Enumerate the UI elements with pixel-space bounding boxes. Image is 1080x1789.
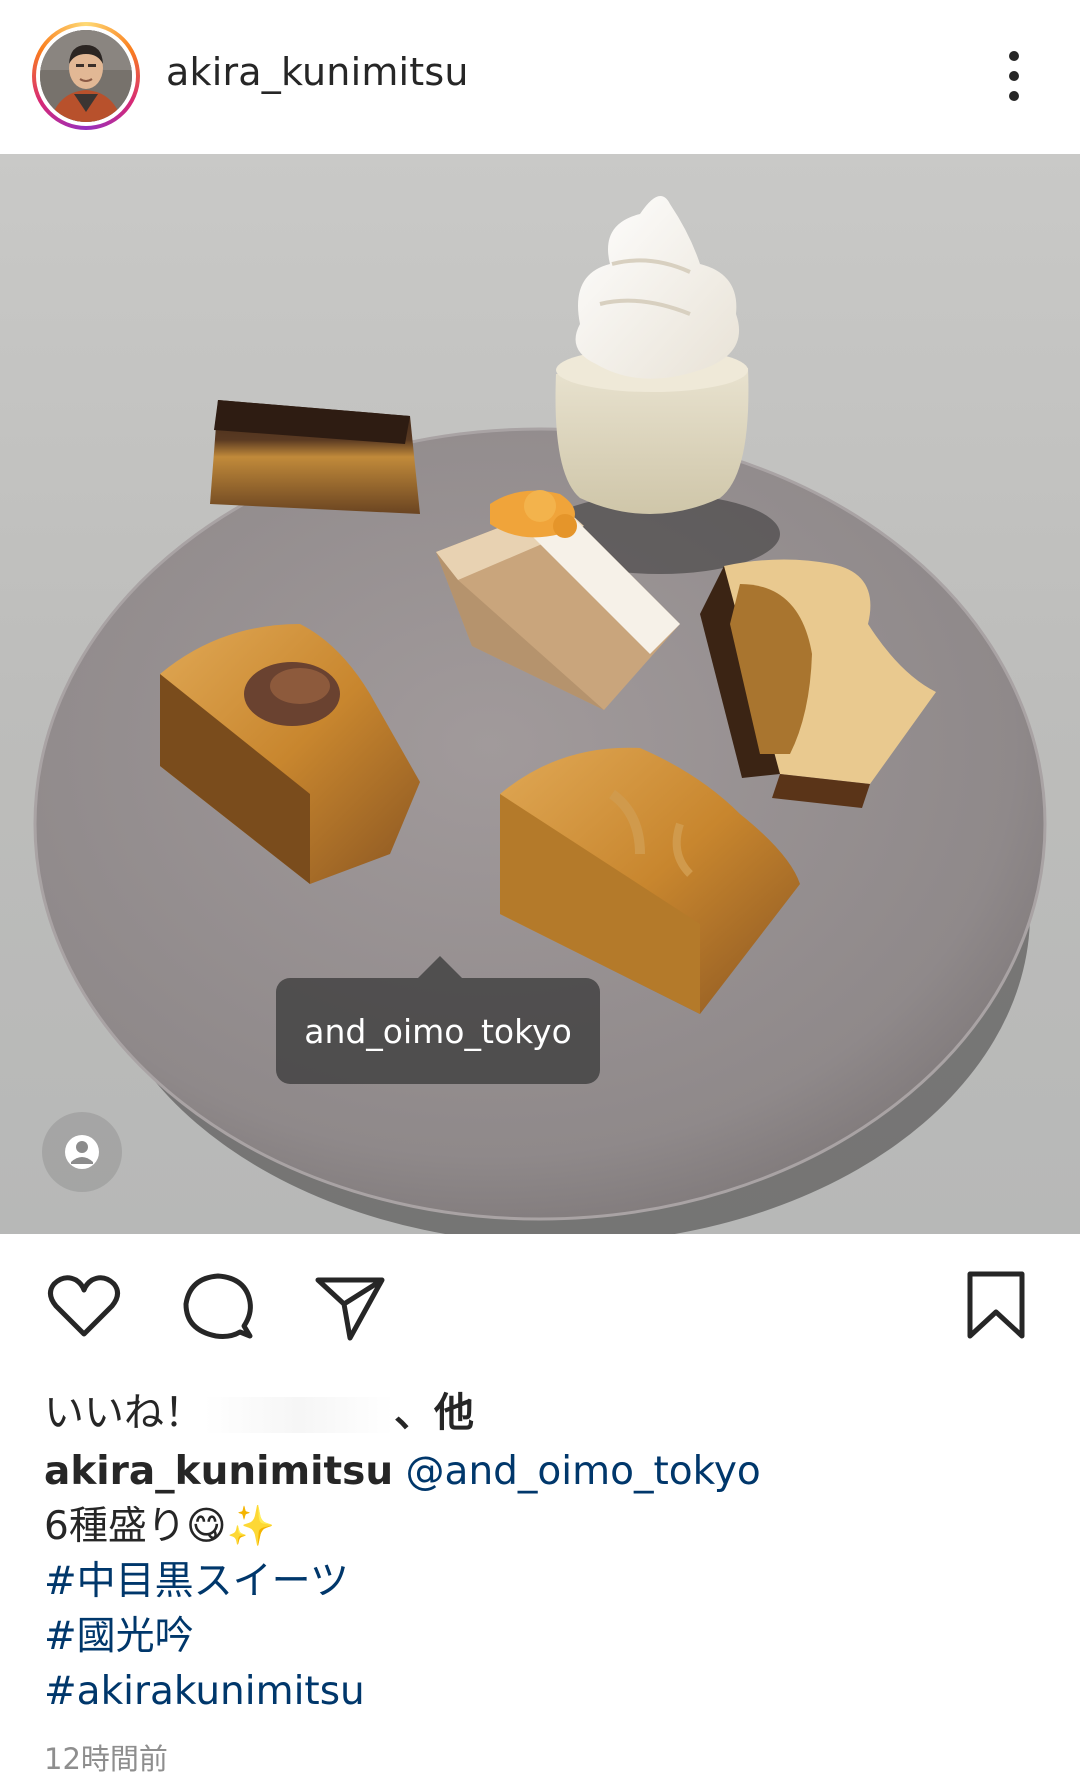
hashtag-nakameguro[interactable]: #中目黒スイーツ [44, 1554, 1044, 1609]
post-caption: akira_kunimitsu @and_oimo_tokyo 6種盛り😋✨ #… [44, 1444, 1044, 1719]
user-tag-icon [65, 1135, 99, 1169]
likes-prefix: いいね！ [44, 1390, 204, 1436]
user-tag-button[interactable] [42, 1112, 122, 1192]
more-options-button[interactable] [990, 44, 1038, 108]
post-username[interactable]: akira_kunimitsu [166, 50, 469, 94]
story-ring[interactable] [32, 22, 140, 130]
comment-icon [183, 1273, 253, 1339]
post-timestamp: 12時間前 [44, 1742, 168, 1776]
avatar[interactable] [40, 30, 132, 122]
tag-pointer [418, 956, 462, 978]
likes-redacted-name [204, 1397, 394, 1433]
save-button[interactable] [956, 1266, 1036, 1346]
likes-suffix: 、他 [394, 1390, 474, 1436]
caption-mention[interactable]: @and_oimo_tokyo [406, 1449, 761, 1494]
likes-summary[interactable]: いいね！ 、他 [44, 1380, 474, 1438]
like-button[interactable] [44, 1266, 124, 1346]
hashtag-kunimitsu-gin[interactable]: #國光吟 [44, 1609, 1044, 1664]
post-header: akira_kunimitsu [0, 0, 1080, 154]
avatar-border [36, 26, 136, 126]
product-tag-label: and_oimo_tokyo [304, 1011, 572, 1051]
dessert-dark-cake [210, 400, 420, 514]
caption-author[interactable]: akira_kunimitsu [44, 1449, 393, 1494]
hashtag-akirakunimitsu[interactable]: #akirakunimitsu [44, 1664, 1044, 1719]
share-button[interactable] [310, 1266, 390, 1346]
product-tag[interactable]: and_oimo_tokyo [276, 978, 600, 1084]
avatar-image [40, 30, 132, 122]
send-icon [315, 1277, 385, 1341]
more-vertical-icon [1009, 51, 1019, 101]
bookmark-icon [967, 1271, 1025, 1339]
comment-button[interactable] [178, 1266, 258, 1346]
caption-first-line: akira_kunimitsu @and_oimo_tokyo [44, 1444, 1044, 1499]
heart-icon [48, 1275, 120, 1337]
post-actions-bar [0, 1234, 1080, 1384]
caption-text: 6種盛り😋✨ [44, 1504, 276, 1549]
